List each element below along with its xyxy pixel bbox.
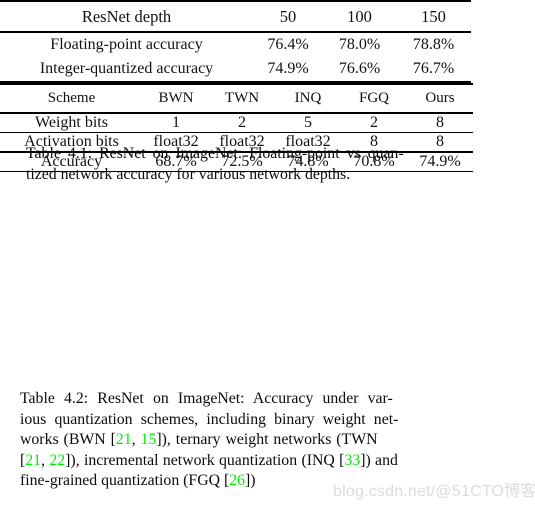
table-4-1-row-1-value-0: 74.9% [267, 60, 309, 77]
table-4-1-header-cell-0: ResNet depth [81, 6, 172, 26]
table-4-1-row-1-value-1: 76.6% [338, 60, 381, 77]
document-page: ResNet depth 50 100 150 Floating-point a… [0, 0, 535, 508]
table-4-1-row-1-label: Integer-quantized accuracy [39, 60, 214, 77]
table-4-1-header-cell-1: 50 [279, 6, 297, 26]
table-4-2-header-cell-1: BWN [158, 90, 194, 106]
table-4-2-header-cell-0: Scheme [47, 90, 96, 106]
table-4-2-row-0-value-0: 1 [172, 113, 180, 131]
table-4-1-row-0-value-2: 78.8% [412, 36, 455, 53]
caption-text: fine-grained quantization (FGQ [ [20, 472, 230, 489]
table-4-2-caption: Table 4.2: ResNet on ImageNet: Accuracy … [20, 389, 512, 492]
caption-text: ]), ternary weight networks (TWN [156, 431, 378, 448]
table-4-2-header-cell-4: FGQ [358, 90, 389, 106]
table-row: Activation bits float32 float32 float32 … [0, 133, 473, 151]
table-row: Accuracy 68.7% 72.5% 74.8% 70.8% 74.9% [0, 153, 473, 171]
citation-ref[interactable]: 26 [229, 472, 245, 489]
table-4-2-header-cell-2: TWN [224, 90, 260, 106]
table-4-2-row-0-value-2: 5 [304, 113, 312, 131]
table-4-2-row-2-value-2: 74.8% [287, 152, 329, 170]
table-4-2-row-0-value-1: 2 [238, 113, 246, 131]
table-4-2-row-1-value-1: float32 [219, 133, 265, 151]
caption-4-2-line-1: Table 4.2: ResNet on ImageNet: Accuracy … [20, 390, 393, 407]
table-4-1-header-cell-2: 100 [347, 6, 372, 26]
table-4-2-row-2-value-1: 72.5% [221, 152, 263, 170]
table-4-1: ResNet depth 50 100 150 Floating-point a… [0, 0, 471, 83]
table-4-2: Scheme BWN TWN INQ FGQ Ours Weight bits … [0, 83, 473, 173]
table-4-2-header-row: Scheme BWN TWN INQ FGQ Ours [0, 85, 473, 112]
table-4-1-header-cell-3: 150 [421, 6, 446, 26]
caption-text: ]) and [360, 451, 398, 469]
citation-ref[interactable]: 33 [344, 452, 360, 469]
table-4-2-header-cell-5: Ours [425, 90, 455, 106]
table-4-1-row-0-label: Floating-point accuracy [50, 36, 203, 53]
caption-4-2-line-2: ious quantization schemes, including bin… [20, 410, 399, 428]
caption-text: , [131, 431, 141, 448]
table-4-2-row-1-label: Activation bits [24, 133, 119, 151]
table-4-2-header-cell-3: INQ [294, 90, 322, 106]
citation-ref[interactable]: 15 [141, 431, 157, 448]
table-4-1-row-1-value-2: 76.7% [412, 60, 455, 77]
table-4-2-row-2-value-0: 68.7% [155, 152, 197, 170]
citation-ref[interactable]: 22 [49, 452, 65, 469]
citation-ref[interactable]: 21 [25, 452, 41, 469]
table-4-1-row-0-value-1: 78.0% [338, 36, 381, 53]
table-4-2-row-1-value-3: 8 [370, 133, 378, 151]
table-4-1-header-row: ResNet depth 50 100 150 [0, 2, 471, 31]
caption-4-2-line-4: [21, 22]), incremental network quantizat… [20, 451, 512, 472]
caption-text: works (BWN [ [20, 431, 116, 448]
table-4-2-row-0-value-4: 8 [436, 113, 444, 131]
caption-4-2-line-5: fine-grained quantization (FGQ [26]) [20, 471, 512, 492]
table-4-2-row-0-label: Weight bits [35, 113, 108, 131]
table-row: Floating-point accuracy 76.4% 78.0% 78.8… [0, 33, 471, 57]
table-4-2-row-2-value-4: 74.9% [419, 152, 461, 170]
table-row: Weight bits 1 2 5 2 8 [0, 114, 473, 132]
table-4-2-row-1-value-2: float32 [285, 133, 331, 151]
table-4-2-row-1-value-0: float32 [153, 133, 199, 151]
caption-4-2-line-3: works (BWN [21, 15]), ternary weight net… [20, 430, 512, 451]
table-4-2-row-2-value-3: 70.8% [353, 152, 395, 170]
table-4-2-row-0-value-3: 2 [370, 113, 378, 131]
table-4-2-row-1-value-4: 8 [436, 133, 444, 151]
caption-text: ]) [245, 472, 256, 489]
table-4-1-row-0-value-0: 76.4% [267, 36, 309, 53]
table-row: Integer-quantized accuracy 74.9% 76.6% 7… [0, 57, 471, 81]
citation-ref[interactable]: 21 [116, 431, 132, 448]
caption-text: ]), incremental network quantization (IN… [65, 451, 345, 469]
table-4-2-row-2-label: Accuracy [40, 152, 103, 170]
